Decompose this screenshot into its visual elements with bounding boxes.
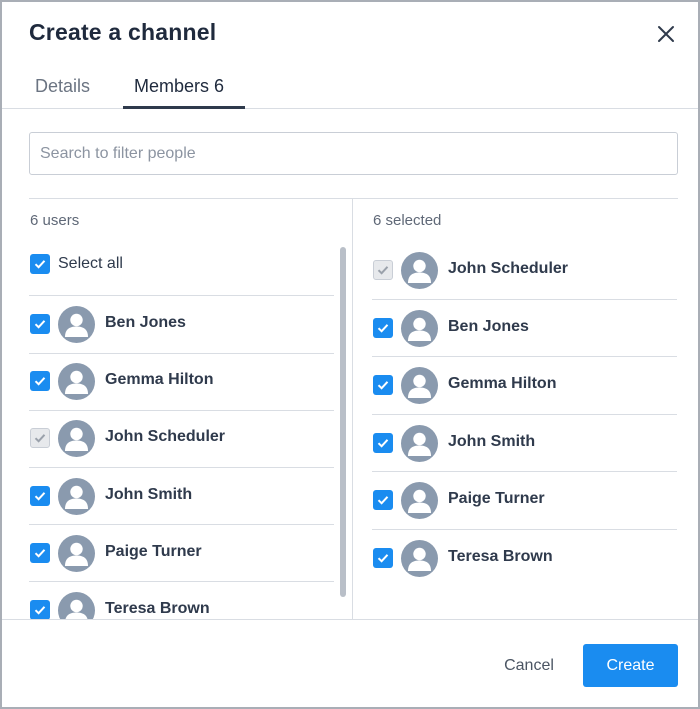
member-name: John Scheduler <box>448 260 569 277</box>
member-checkbox[interactable] <box>30 314 50 334</box>
avatar <box>401 309 438 347</box>
member-checkbox[interactable] <box>373 490 393 510</box>
member-checkbox[interactable] <box>373 547 393 568</box>
member-name: John Smith <box>105 485 193 503</box>
member-name: John Smith <box>448 432 536 450</box>
avatar <box>58 420 95 458</box>
row-separator <box>372 356 677 358</box>
member-name: Teresa Brown <box>105 600 210 617</box>
member-name: Paige Turner <box>448 490 545 507</box>
row-separator <box>29 581 334 583</box>
member-name: Ben Jones <box>105 314 186 331</box>
tab-details[interactable]: Details <box>35 76 90 97</box>
row-separator <box>29 467 334 468</box>
close-icon[interactable] <box>654 22 678 46</box>
active-tab-indicator <box>123 106 245 109</box>
dialog-footer: Cancel Create <box>2 619 698 707</box>
member-name: Gemma Hilton <box>448 375 557 392</box>
divider <box>29 198 678 199</box>
avatar <box>58 534 95 572</box>
avatar <box>58 306 95 343</box>
avatar <box>58 477 95 515</box>
member-checkbox[interactable] <box>30 600 50 620</box>
member-name: Gemma Hilton <box>105 371 214 389</box>
member-name: Ben Jones <box>448 317 529 335</box>
member-name: Teresa Brown <box>448 547 553 565</box>
row-separator <box>372 413 677 415</box>
avatar <box>401 252 438 289</box>
member-checkbox[interactable] <box>30 542 50 563</box>
member-checkbox[interactable] <box>373 432 393 453</box>
cancel-button[interactable]: Cancel <box>486 646 572 686</box>
avatar <box>401 367 438 404</box>
select-all-checkbox[interactable] <box>30 254 50 274</box>
select-all-label: Select all <box>58 255 123 272</box>
member-name: John Scheduler <box>105 428 226 446</box>
dialog-title: Create a channel <box>29 19 217 45</box>
row-separator <box>372 298 677 300</box>
member-name: Paige Turner <box>105 542 202 560</box>
member-checkbox <box>30 428 50 449</box>
member-checkbox <box>373 260 393 280</box>
panel-divider <box>352 199 353 619</box>
selected-count-label: 6 selected <box>373 212 442 229</box>
tab-members[interactable]: Members 6 <box>134 76 224 97</box>
search-input[interactable] <box>29 132 678 175</box>
member-checkbox[interactable] <box>30 485 50 506</box>
row-separator <box>29 295 334 296</box>
users-count-label: 6 users <box>30 212 80 229</box>
row-separator <box>372 528 677 530</box>
row-separator <box>29 524 334 526</box>
member-checkbox[interactable] <box>373 375 393 395</box>
create-button[interactable]: Create <box>583 644 678 687</box>
row-separator <box>29 409 334 411</box>
avatar <box>401 539 438 577</box>
tab-bar: Details Members 6 <box>2 64 698 109</box>
row-separator <box>372 471 677 473</box>
member-checkbox[interactable] <box>30 371 50 392</box>
row-separator <box>29 352 334 354</box>
avatar <box>401 424 438 462</box>
avatar <box>58 363 95 401</box>
member-checkbox[interactable] <box>373 317 393 338</box>
avatar <box>401 482 438 519</box>
create-channel-dialog: Create a channel Details Members 6 6 use… <box>0 0 700 709</box>
scrollbar[interactable] <box>340 247 346 597</box>
